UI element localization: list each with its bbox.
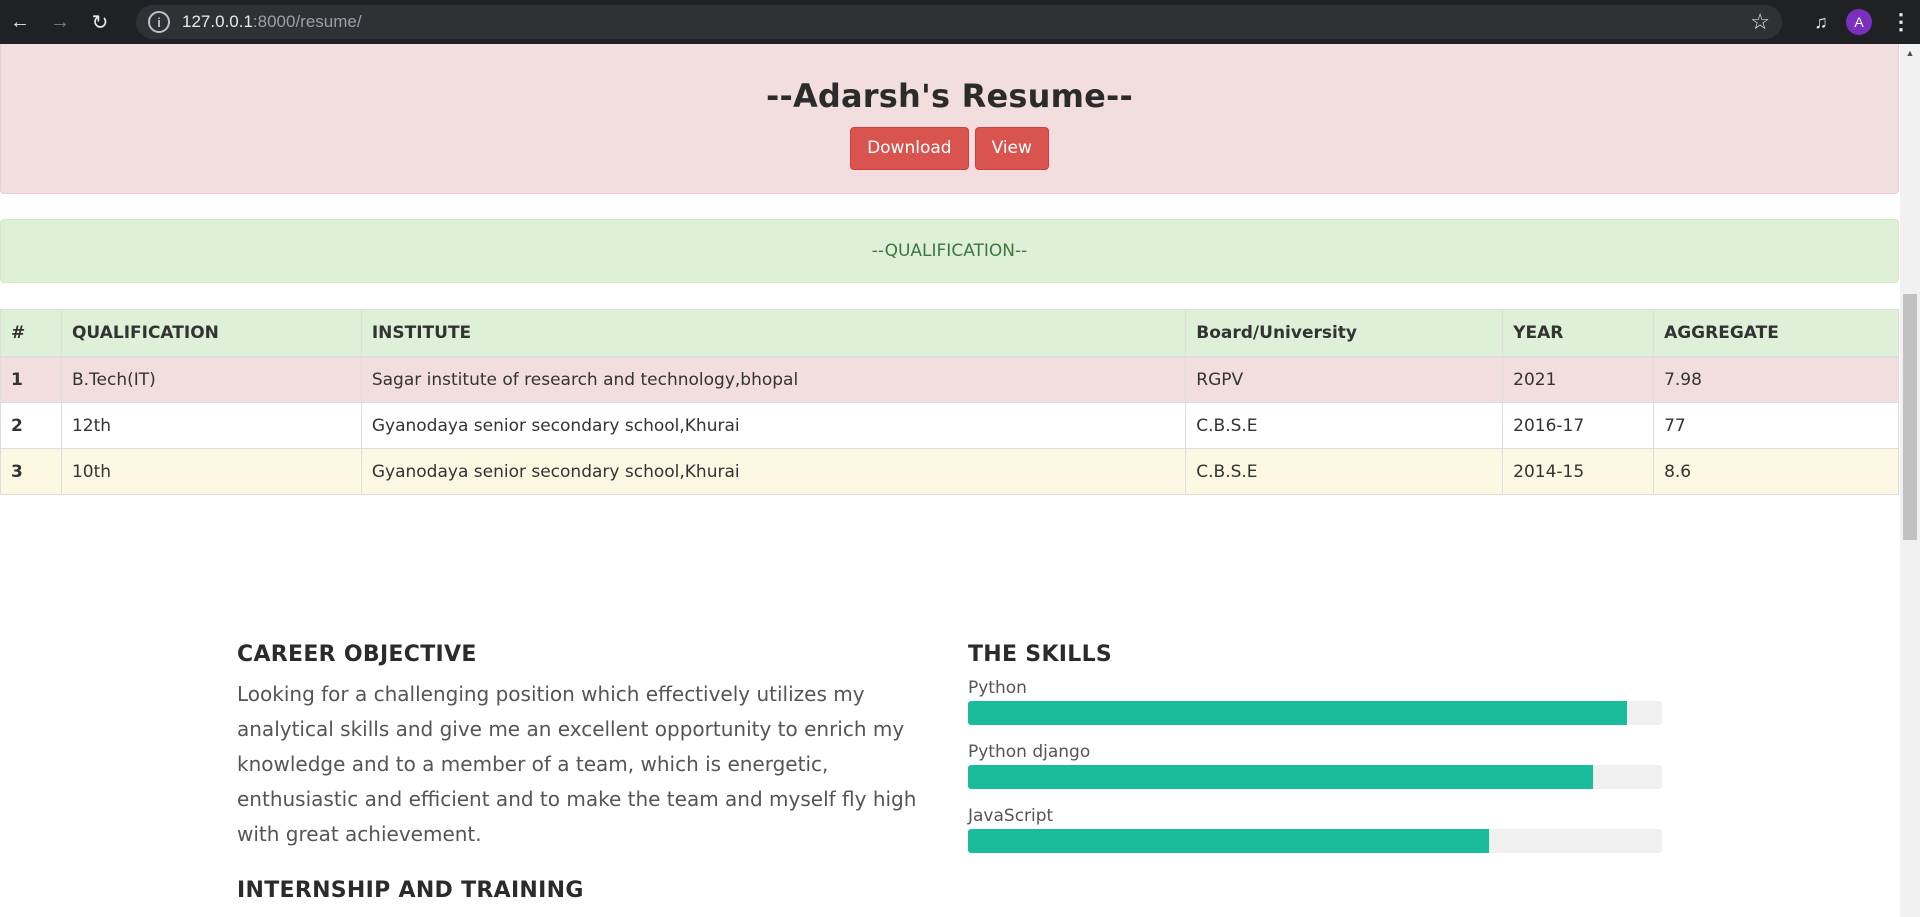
download-button[interactable]: Download — [850, 127, 969, 170]
media-control-icon[interactable]: ♫ — [1806, 12, 1836, 33]
table-row: 2 12th Gyanodaya senior secondary school… — [0, 402, 1899, 449]
site-info-icon[interactable]: i — [148, 11, 170, 33]
table-cell: Gyanodaya senior secondary school,Khurai — [360, 402, 1187, 449]
skill-name: Python django — [968, 742, 1091, 762]
view-button[interactable]: View — [974, 127, 1049, 170]
column-header: # — [0, 309, 62, 358]
table-cell: C.B.S.E — [1185, 402, 1504, 449]
profile-avatar[interactable]: A — [1846, 9, 1872, 35]
menu-kebab-icon[interactable]: ⋮ — [1886, 9, 1916, 35]
url-host: 127.0.0.1 — [182, 12, 253, 31]
reload-icon[interactable]: ↻ — [80, 0, 120, 44]
skill-progress-fill — [968, 701, 1628, 725]
bookmark-star-icon[interactable]: ☆ — [1750, 9, 1770, 35]
table-cell: Sagar institute of research and technolo… — [360, 356, 1187, 403]
back-icon[interactable]: ← — [0, 0, 40, 44]
skills-section: THE SKILLS Python Python django JavaScri… — [968, 642, 1662, 853]
column-header: AGGREGATE — [1653, 309, 1899, 358]
table-cell: 12th — [60, 402, 362, 449]
skill-name: JavaScript — [968, 806, 1054, 826]
career-section: CAREER OBJECTIVE Looking for a challengi… — [237, 642, 927, 903]
url-text: 127.0.0.1:8000/resume/ — [182, 12, 362, 32]
column-header: Board/University — [1185, 309, 1504, 358]
page-scrollbar[interactable]: ▲ — [1900, 44, 1920, 917]
skill-item: Python django — [968, 741, 1662, 789]
table-row: 3 10th Gyanodaya senior secondary school… — [0, 448, 1899, 495]
table-cell: C.B.S.E — [1185, 448, 1504, 495]
column-header: YEAR — [1502, 309, 1655, 358]
skill-progress-track — [968, 765, 1662, 789]
table-cell: 2021 — [1502, 356, 1655, 403]
column-header: INSTITUTE — [360, 309, 1187, 358]
table-cell: RGPV — [1185, 356, 1504, 403]
column-header: QUALIFICATION — [60, 309, 362, 358]
table-header-row: # QUALIFICATION INSTITUTE Board/Universi… — [0, 309, 1899, 358]
table-cell: B.Tech(IT) — [60, 356, 362, 403]
table-cell: 8.6 — [1653, 448, 1899, 495]
career-objective-text: Looking for a challenging position which… — [237, 682, 917, 846]
qualification-table: # QUALIFICATION INSTITUTE Board/Universi… — [0, 309, 1899, 495]
career-objective-heading: CAREER OBJECTIVE — [237, 642, 477, 667]
qualification-banner: --QUALIFICATION-- — [0, 219, 1899, 283]
internship-heading: INTERNSHIP AND TRAINING — [237, 878, 584, 903]
browser-toolbar: ← → ↻ i 127.0.0.1:8000/resume/ ☆ ♫ A ⋮ — [0, 0, 1920, 44]
table-cell: 2014-15 — [1502, 448, 1655, 495]
skill-progress-fill — [968, 829, 1489, 853]
page-content: --Adarsh's Resume-- Download View --QUAL… — [0, 44, 1900, 917]
forward-icon[interactable]: → — [40, 0, 80, 44]
skill-progress-track — [968, 701, 1662, 725]
table-cell: 7.98 — [1653, 356, 1899, 403]
scroll-up-arrow-icon[interactable]: ▲ — [1900, 44, 1920, 62]
table-cell: 2 — [0, 402, 62, 449]
table-cell: Gyanodaya senior secondary school,Khurai — [360, 448, 1187, 495]
table-cell: 10th — [60, 448, 362, 495]
scrollbar-thumb[interactable] — [1903, 294, 1917, 540]
table-cell: 3 — [0, 448, 62, 495]
table-cell: 2016-17 — [1502, 402, 1655, 449]
page-title: --Adarsh's Resume-- — [765, 77, 1133, 115]
url-path: :8000/resume/ — [252, 12, 362, 31]
skill-progress-fill — [968, 765, 1593, 789]
resume-header-panel: --Adarsh's Resume-- Download View — [0, 44, 1899, 194]
table-cell: 1 — [0, 356, 62, 403]
table-row: 1 B.Tech(IT) Sagar institute of research… — [0, 356, 1899, 403]
skill-item: JavaScript — [968, 805, 1662, 853]
address-bar[interactable]: i 127.0.0.1:8000/resume/ ☆ — [136, 5, 1782, 39]
skill-item: Python — [968, 677, 1662, 725]
skill-name: Python — [968, 678, 1027, 698]
skill-progress-track — [968, 829, 1662, 853]
table-cell: 77 — [1653, 402, 1899, 449]
skills-heading: THE SKILLS — [968, 642, 1113, 667]
